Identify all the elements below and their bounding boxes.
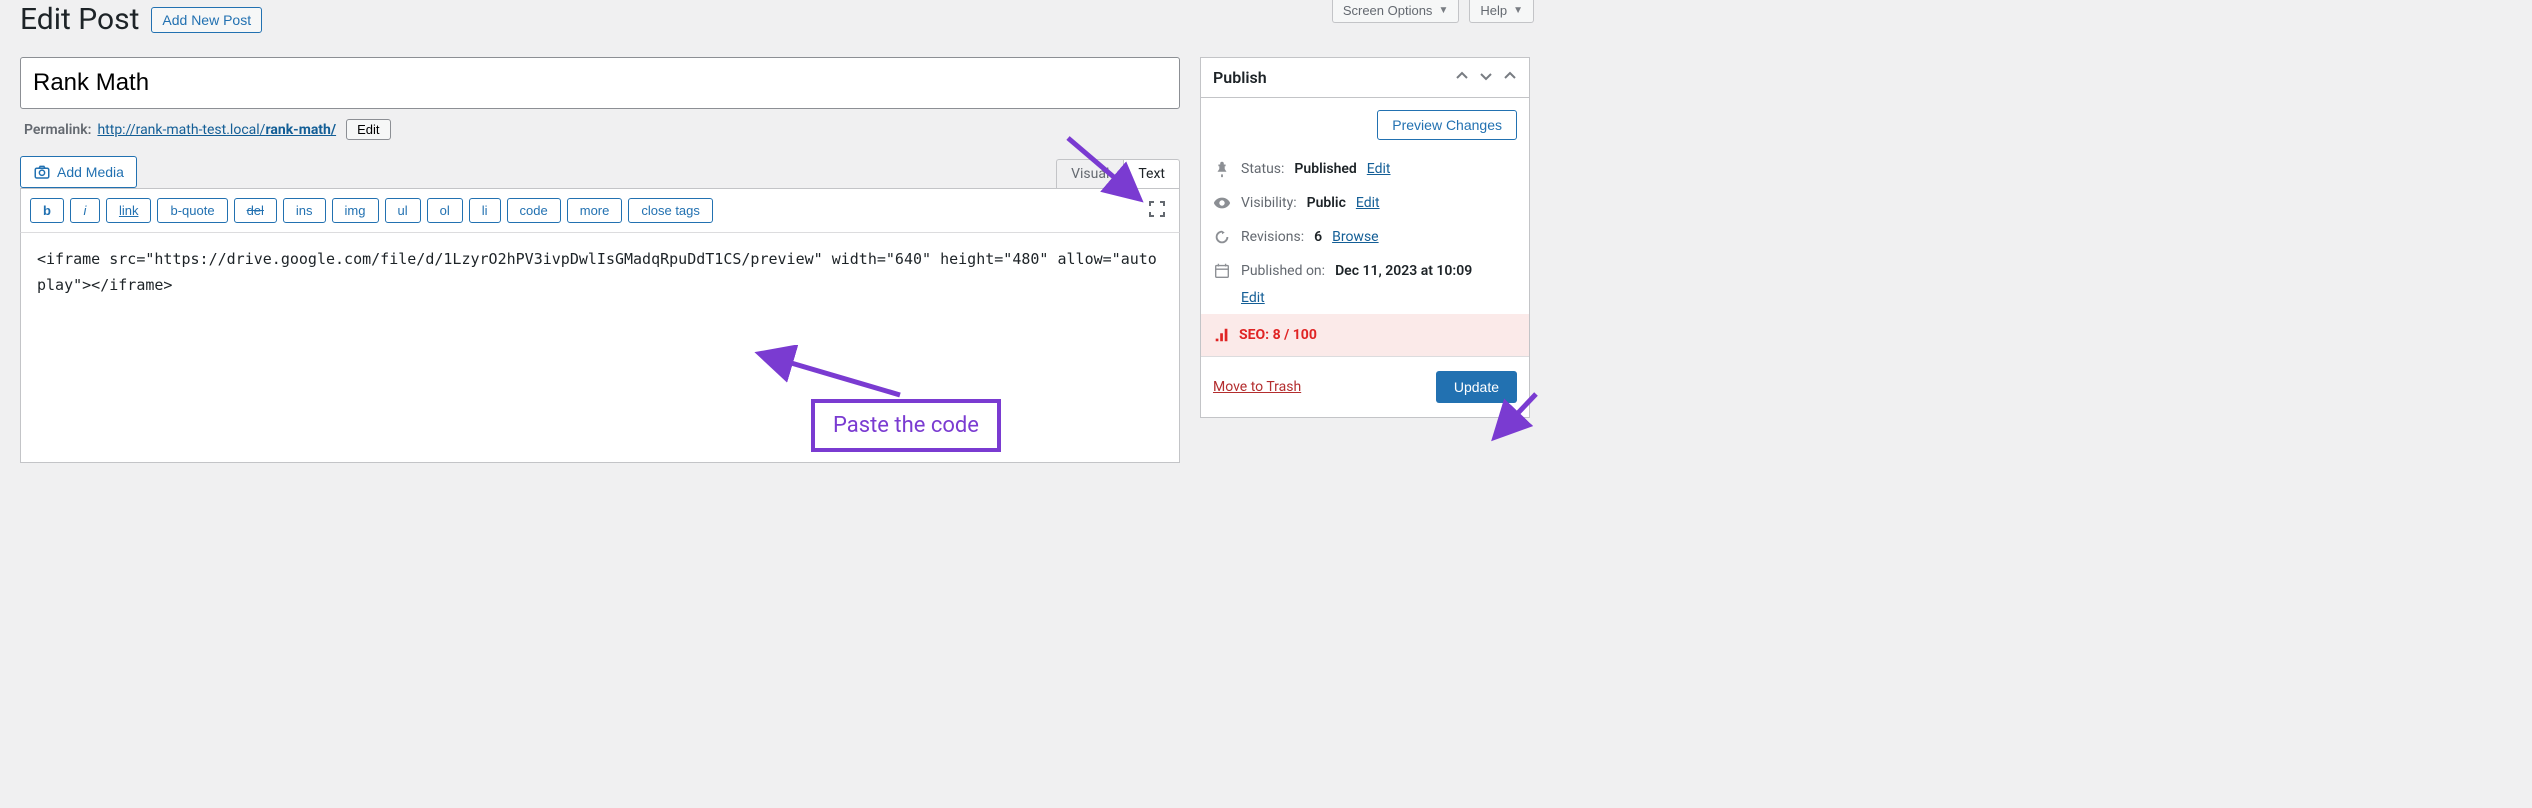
qt-more-button[interactable]: more — [567, 198, 623, 223]
qt-closetags-button[interactable]: close tags — [628, 198, 713, 223]
qt-i-button[interactable]: i — [70, 198, 100, 223]
qt-ol-button[interactable]: ol — [427, 198, 463, 223]
permalink-base: http://rank-math-test.local/ — [97, 122, 265, 138]
preview-changes-button[interactable]: Preview Changes — [1377, 110, 1517, 140]
post-title-input[interactable] — [20, 57, 1180, 109]
edit-published-on-link[interactable]: Edit — [1241, 290, 1517, 306]
chevron-down-icon: ▼ — [1438, 5, 1448, 16]
help-button[interactable]: Help ▼ — [1469, 0, 1534, 23]
qt-link-button[interactable]: link — [106, 198, 152, 223]
add-media-button[interactable]: Add Media — [20, 156, 137, 188]
chevron-down-icon: ▼ — [1513, 5, 1523, 16]
seo-score-band[interactable]: SEO: 8 / 100 — [1201, 314, 1529, 356]
move-up-icon[interactable] — [1455, 69, 1469, 87]
visibility-label: Visibility: — [1241, 195, 1297, 211]
publish-title: Publish — [1213, 68, 1267, 87]
qt-img-button[interactable]: img — [332, 198, 379, 223]
qt-del-button[interactable]: del — [234, 198, 277, 223]
camera-icon — [33, 163, 51, 181]
permalink-label: Permalink: — [24, 122, 91, 138]
fullscreen-icon[interactable] — [1147, 199, 1167, 219]
published-on-value: Dec 11, 2023 at 10:09 — [1335, 263, 1472, 279]
qt-ul-button[interactable]: ul — [385, 198, 421, 223]
eye-icon — [1213, 194, 1231, 212]
status-label: Status: — [1241, 161, 1284, 177]
update-button[interactable]: Update — [1436, 371, 1517, 403]
revisions-label: Revisions: — [1241, 229, 1304, 245]
browse-revisions-link[interactable]: Browse — [1332, 229, 1378, 245]
quicktags-toolbar: b i link b-quote del ins img ul ol li co… — [20, 188, 1180, 233]
edit-slug-button[interactable]: Edit — [346, 119, 390, 140]
screen-options-button[interactable]: Screen Options ▼ — [1332, 0, 1460, 23]
toggle-panel-icon[interactable] — [1503, 69, 1517, 87]
add-media-label: Add Media — [57, 164, 124, 180]
pin-icon — [1213, 160, 1231, 178]
publish-box: Publish Preview Changes — [1200, 57, 1530, 418]
permalink-slug: rank-math/ — [265, 122, 336, 138]
move-to-trash-link[interactable]: Move to Trash — [1213, 379, 1301, 395]
qt-code-button[interactable]: code — [507, 198, 561, 223]
qt-bquote-button[interactable]: b-quote — [157, 198, 227, 223]
tab-text[interactable]: Text — [1123, 159, 1180, 189]
revisions-icon — [1213, 228, 1231, 246]
page-title: Edit Post — [20, 2, 139, 37]
qt-li-button[interactable]: li — [469, 198, 501, 223]
edit-status-link[interactable]: Edit — [1367, 161, 1391, 177]
help-label: Help — [1480, 3, 1507, 18]
revisions-value: 6 — [1314, 229, 1322, 245]
permalink-link[interactable]: http://rank-math-test.local/rank-math/ — [97, 122, 336, 138]
status-value: Published — [1294, 161, 1356, 177]
published-on-label: Published on: — [1241, 263, 1325, 279]
qt-b-button[interactable]: b — [30, 198, 64, 223]
seo-icon — [1213, 326, 1231, 344]
calendar-icon — [1213, 262, 1231, 280]
add-new-post-button[interactable]: Add New Post — [151, 7, 262, 33]
qt-ins-button[interactable]: ins — [283, 198, 326, 223]
seo-score-label: SEO: 8 / 100 — [1239, 327, 1317, 343]
edit-visibility-link[interactable]: Edit — [1356, 195, 1380, 211]
editor-textarea[interactable]: <iframe src="https://drive.google.com/fi… — [20, 233, 1180, 463]
tab-visual[interactable]: Visual — [1056, 159, 1123, 189]
move-down-icon[interactable] — [1479, 69, 1493, 87]
screen-options-label: Screen Options — [1343, 3, 1433, 18]
visibility-value: Public — [1307, 195, 1346, 211]
